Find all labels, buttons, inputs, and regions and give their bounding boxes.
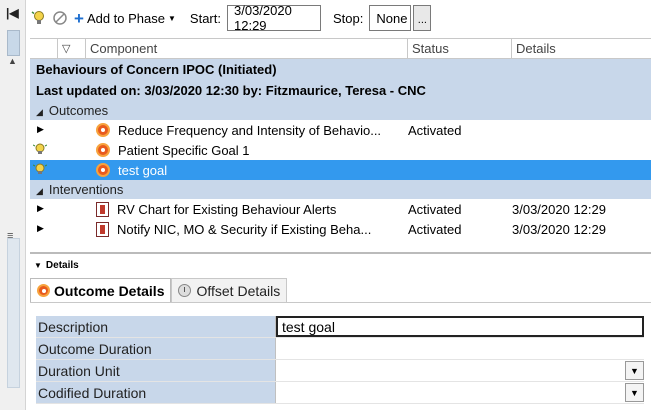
component-cell: Reduce Frequency and Intensity of Behavi…: [118, 122, 382, 138]
add-to-phase-label: Add to Phase: [86, 10, 165, 26]
collapse-details-icon[interactable]: ▼: [34, 261, 42, 270]
outcome-target-icon: [96, 163, 110, 177]
details-cell: 3/03/2020 12:29: [512, 221, 606, 237]
section-outcomes[interactable]: ◢ Outcomes: [30, 101, 651, 120]
table-row-selected[interactable]: test goal: [30, 160, 651, 180]
toolbar: + Add to Phase ▼ Start: 3/03/2020 12:29 …: [30, 3, 651, 33]
component-cell: Patient Specific Goal 1: [118, 142, 250, 158]
expand-arrow-icon[interactable]: ▶: [37, 223, 44, 234]
header-expand-col: [30, 39, 58, 58]
details-header[interactable]: ▼ Details: [30, 254, 651, 276]
plan-title[interactable]: Behaviours of Concern IPOC (Initiated): [30, 59, 651, 80]
details-cell: 3/03/2020 12:29: [512, 201, 606, 217]
plan-grid: ▽ Component Status Details Behaviours of…: [30, 38, 651, 252]
tab-label: Outcome Details: [54, 282, 165, 299]
stop-picker-button[interactable]: ...: [413, 5, 432, 31]
clock-icon: [178, 284, 192, 297]
status-cell: Activated: [408, 122, 462, 138]
grid-header: ▽ Component Status Details: [30, 39, 651, 59]
intervention-document-icon: [96, 221, 109, 237]
property-row: Description test goal: [36, 316, 644, 338]
outcome-duration-field[interactable]: [276, 338, 644, 359]
table-row[interactable]: Patient Specific Goal 1: [30, 140, 651, 160]
status-cell: Activated: [408, 201, 462, 217]
property-row: Outcome Duration: [36, 338, 644, 360]
column-status[interactable]: Status: [408, 39, 512, 58]
tab-label: Offset Details: [196, 282, 281, 299]
lightbulb-icon: [32, 162, 48, 179]
section-label: Outcomes: [48, 103, 109, 118]
left-rail: |◀ ▲ ≡: [0, 0, 26, 410]
description-field[interactable]: test goal: [276, 316, 644, 337]
property-row: Codified Duration ▼: [36, 382, 644, 404]
plus-icon: +: [74, 8, 84, 28]
prohibit-icon[interactable]: [51, 9, 69, 27]
outcome-target-icon: [96, 143, 110, 157]
details-title: Details: [45, 259, 79, 271]
collapse-icon[interactable]: ◢: [36, 107, 43, 117]
collapse-icon[interactable]: ◢: [36, 186, 43, 196]
property-row: Duration Unit ▼: [36, 360, 644, 382]
scroll-up-icon[interactable]: ▲: [8, 56, 17, 66]
duration-unit-select[interactable]: ▼: [276, 360, 644, 381]
rail-thumb[interactable]: [7, 30, 20, 56]
details-tabs: Outcome Details Offset Details: [30, 278, 288, 302]
component-cell: Notify NIC, MO & Security if Existing Be…: [117, 221, 372, 237]
intervention-document-icon: [96, 201, 109, 217]
section-label: Interventions: [48, 182, 124, 197]
status-cell: Activated: [408, 221, 462, 237]
stop-label: Stop:: [333, 10, 364, 26]
lightbulb-icon[interactable]: [30, 9, 48, 27]
expand-arrow-icon[interactable]: ▶: [37, 124, 44, 135]
dropdown-arrow-icon[interactable]: ▼: [625, 361, 644, 380]
expand-arrow-icon[interactable]: ▶: [37, 203, 44, 214]
table-row[interactable]: ▶ Reduce Frequency and Intensity of Beha…: [30, 120, 651, 140]
duration-unit-label: Duration Unit: [36, 360, 276, 381]
chevron-down-icon: ▼: [168, 13, 176, 23]
component-cell: test goal: [118, 162, 168, 178]
column-details[interactable]: Details: [512, 39, 651, 58]
section-interventions[interactable]: ◢ Interventions: [30, 180, 651, 199]
start-label: Start:: [189, 10, 221, 26]
filter-icon[interactable]: ▽: [58, 39, 86, 58]
lightbulb-icon: [32, 142, 48, 159]
outcome-properties: Description test goal Outcome Duration D…: [36, 316, 644, 404]
tab-divider: [30, 302, 651, 303]
collapse-first-icon[interactable]: |◀: [6, 6, 19, 20]
component-cell: RV Chart for Existing Behaviour Alerts: [117, 201, 337, 217]
rail-lower-track: [7, 238, 20, 388]
details-panel: ▼ Details Outcome Details Offset Details…: [30, 252, 651, 410]
codified-duration-select[interactable]: ▼: [276, 382, 644, 403]
tab-offset-details[interactable]: Offset Details: [171, 278, 288, 302]
add-to-phase-button[interactable]: + Add to Phase ▼: [74, 10, 176, 27]
table-row[interactable]: ▶ RV Chart for Existing Behaviour Alerts…: [30, 199, 651, 219]
table-row[interactable]: ▶ Notify NIC, MO & Security if Existing …: [30, 219, 651, 239]
dropdown-arrow-icon[interactable]: ▼: [625, 383, 644, 402]
outcome-target-icon: [96, 123, 110, 137]
start-date-field[interactable]: 3/03/2020 12:29: [227, 3, 321, 33]
column-component[interactable]: Component: [86, 39, 408, 58]
last-updated: Last updated on: 3/03/2020 12:30 by: Fit…: [30, 80, 651, 101]
tab-outcome-details[interactable]: Outcome Details: [30, 278, 172, 302]
stop-date-field[interactable]: None: [369, 5, 412, 31]
outcome-target-icon: [37, 284, 50, 297]
description-label: Description: [36, 316, 276, 337]
outcome-duration-label: Outcome Duration: [36, 338, 276, 359]
codified-duration-label: Codified Duration: [36, 382, 276, 403]
